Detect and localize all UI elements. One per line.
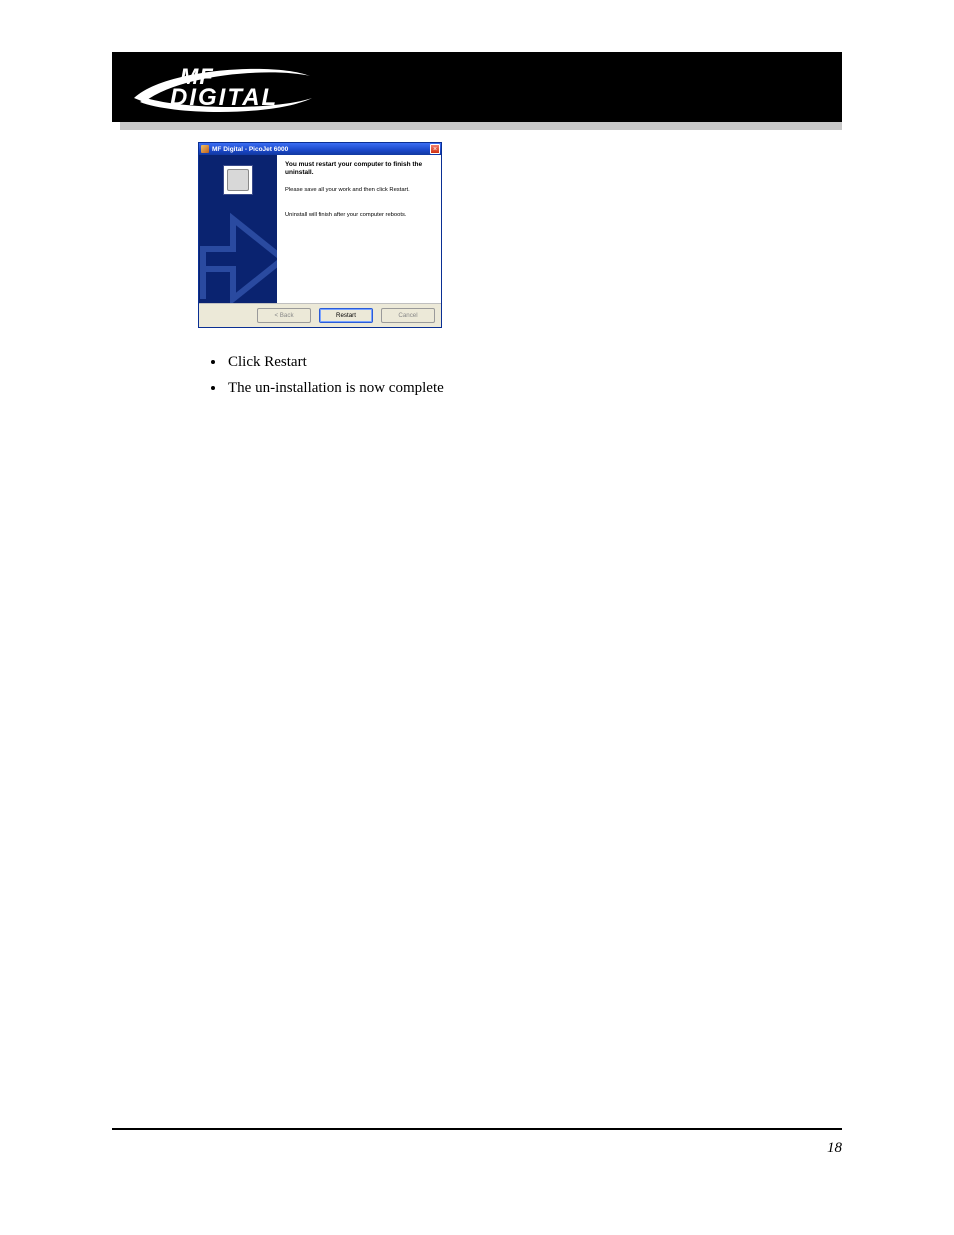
app-icon <box>201 145 209 153</box>
restart-button[interactable]: Restart <box>319 308 373 323</box>
cancel-button[interactable]: Cancel <box>381 308 435 323</box>
list-item: The un-installation is now complete <box>226 375 444 401</box>
dialog-content: You must restart your computer to finish… <box>277 155 441 303</box>
footer-rule <box>112 1128 842 1130</box>
dialog-sidebar <box>199 155 277 303</box>
mf-digital-logo: MF DIGITAL <box>126 58 316 116</box>
uninstall-dialog: MF Digital - PicoJet 6000 × You must res… <box>198 142 442 328</box>
dialog-titlebar: MF Digital - PicoJet 6000 × <box>199 143 441 155</box>
dialog-title: MF Digital - PicoJet 6000 <box>212 146 430 153</box>
back-button[interactable]: < Back <box>257 308 311 323</box>
dialog-button-row: < Back Restart Cancel <box>199 303 441 326</box>
dialog-line-2: Uninstall will finish after your compute… <box>285 212 433 219</box>
dialog-headline: You must restart your computer to finish… <box>285 161 433 177</box>
list-item: Click Restart <box>226 349 444 375</box>
logo-text-digital: DIGITAL <box>170 84 278 112</box>
instruction-list: Click Restart The un-installation is now… <box>168 349 444 401</box>
header-banner: MF DIGITAL <box>112 52 842 122</box>
banner-shadow <box>120 122 842 130</box>
close-icon[interactable]: × <box>430 144 440 154</box>
arrow-graphic-icon <box>199 189 277 303</box>
dialog-line-1: Please save all your work and then click… <box>285 187 433 194</box>
page-number: 18 <box>827 1140 842 1157</box>
